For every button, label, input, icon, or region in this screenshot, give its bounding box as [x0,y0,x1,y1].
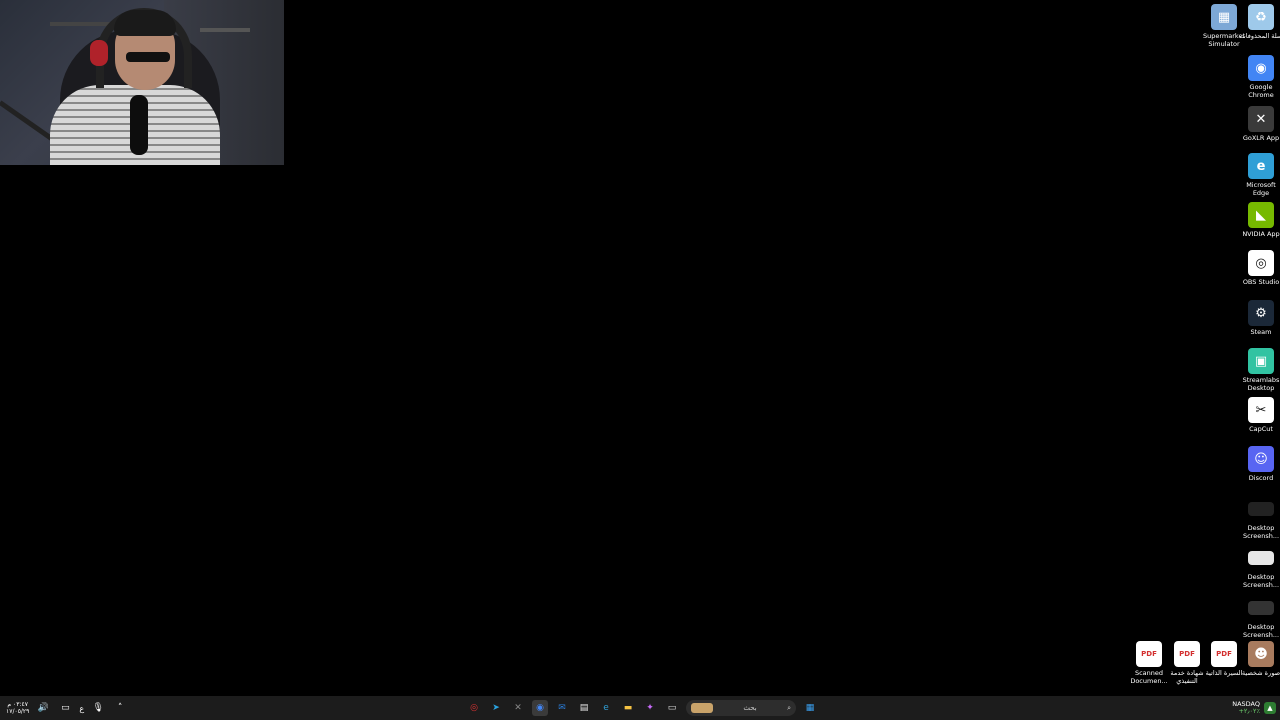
file-explorer-window-icon[interactable]: ▭ [664,700,680,716]
search-icon: ⌕ [787,703,791,712]
pdf-icon: PDF [1174,641,1200,667]
recycle-bin-icon: ♻ [1248,4,1274,30]
desktop-icon[interactable]: ⚙ Steam [1241,300,1280,337]
desktop-icon[interactable]: ✂ CapCut [1241,397,1280,434]
clock-date: ١٧/٠٥/٢٩ [6,708,30,715]
webcam-shelf [50,22,110,26]
telegram-icon[interactable]: ➤ [488,700,504,716]
discord-icon: ☺ [1248,446,1274,472]
taskbar-apps: ◎ ➤ ✕ ◉ ✉ ▤ e ▬ ✦ ▭ بحث ⌕ ▦ [466,696,818,720]
chevron-up-icon[interactable]: ˄ [112,700,128,716]
chrome-icon[interactable]: ◉ [532,700,548,716]
streamer-hair [114,10,176,36]
desktop-icon-label: Microsoft Edge [1246,181,1276,197]
desktop-icon[interactable]: ☺ Discord [1241,446,1280,483]
desktop-icon[interactable]: ◣ NVIDIA App [1241,202,1280,239]
desktop-icon-label: Scanned Documen... [1130,669,1168,685]
microphone [130,95,148,155]
desktop-icon-label: Steam [1250,328,1272,336]
desktop-icon[interactable]: Desktop Screensh... [1241,496,1280,540]
desktop-icon-label: Desktop Screensh... [1242,573,1280,589]
desktop-icon[interactable]: Desktop Screensh... [1241,545,1280,589]
sunglasses [126,52,170,62]
pdf-icon: PDF [1136,641,1162,667]
chrome-icon: ◉ [1248,55,1274,81]
webcam-overlay [0,0,284,165]
desktop-icon-label: Desktop Screensh... [1242,623,1280,639]
desktop-icon[interactable]: ◉ Google Chrome [1241,55,1280,99]
desktop-icon-label: Desktop Screensh... [1242,524,1280,540]
desktop-icon[interactable]: PDF شهادة خدمة التنفيذي [1167,641,1207,685]
language-indicator[interactable]: ع [79,704,84,713]
steam-icon: ⚙ [1248,300,1274,326]
webcam-shelf [200,28,250,32]
outlook-icon[interactable]: ✉ [554,700,570,716]
speaker-icon[interactable]: 🔊 [35,700,51,716]
search-highlight-icon [691,703,713,713]
folder-icon[interactable]: ▬ [620,700,636,716]
desktop-icon[interactable]: Desktop Screensh... [1241,595,1280,639]
desktop-icon[interactable]: ▦ Supermarket Simulator [1203,4,1245,48]
desktop-icon-label: Supermarket Simulator [1203,32,1245,48]
network-icon[interactable]: ▭ [57,700,73,716]
capcut-icon: ✂ [1248,397,1274,423]
photo-icon: ☻ [1248,641,1274,667]
desktop-icon[interactable]: PDF السيرة الذاتية [1204,641,1244,678]
desktop-icon-label: GoXLR App [1242,134,1280,142]
pdf-icon: PDF [1211,641,1237,667]
screenshot-icon [1248,502,1274,516]
clock-time: ٠٣:٤٧ م [7,701,28,708]
desktop-icon[interactable]: ◎ OBS Studio [1241,250,1280,287]
search-placeholder: بحث [743,704,757,712]
desktop-icon[interactable]: ✕ GoXLR App [1241,106,1280,143]
desktop-icon-label: NVIDIA App [1242,230,1280,238]
desktop-icon-label: Streamlabs Desktop [1242,376,1280,392]
taskbar-search-box[interactable]: بحث ⌕ [686,700,796,716]
obs-taskbar-icon[interactable]: ◎ [466,700,482,716]
streamlabs-icon: ▣ [1248,348,1274,374]
nvidia-icon: ◣ [1248,202,1274,228]
taskbar: ٠٣:٤٧ م ١٧/٠٥/٢٩ 🔊 ▭ ع 🎙 ˄ ◎ ➤ ✕ ◉ ✉ ▤ e ▬ ✦ ▭ بحث… [0,696,1280,720]
desktop-icon[interactable]: e Microsoft Edge [1241,153,1280,197]
copilot-icon[interactable]: ✦ [642,700,658,716]
stocks-widget-icon: ▲ [1264,702,1276,714]
goxlr-icon: ✕ [1248,106,1274,132]
system-tray: ٠٣:٤٧ م ١٧/٠٥/٢٩ 🔊 ▭ ع 🎙 ˄ [6,696,128,720]
widgets-area[interactable]: NASDAQ +٢٫٠٢٪ ▲ [1232,696,1276,720]
desktop-icon-label: CapCut [1249,425,1273,433]
desktop-icon[interactable]: ▣ Streamlabs Desktop [1241,348,1280,392]
obs-icon: ◎ [1248,250,1274,276]
screenshot-icon [1248,601,1274,615]
supermarket-simulator-icon: ▦ [1211,4,1237,30]
clock[interactable]: ٠٣:٤٧ م ١٧/٠٥/٢٩ [6,701,29,715]
store-icon[interactable]: ▤ [576,700,592,716]
edge-icon: e [1248,153,1274,179]
stock-change: +٢٫٠٢٪ [1238,707,1260,715]
edge-icon[interactable]: e [598,700,614,716]
screenshot-icon [1248,551,1274,565]
goxlr-icon[interactable]: ✕ [510,700,526,716]
windows-start-icon[interactable]: ▦ [802,700,818,716]
desktop-icon-label: Discord [1248,474,1274,482]
desktop-icon[interactable]: PDF Scanned Documen... [1129,641,1169,685]
headset-earcup [90,40,108,66]
desktop-icon-label: Google Chrome [1248,83,1274,99]
desktop-icon-label: OBS Studio [1242,278,1280,286]
microphone-icon[interactable]: 🎙 [90,700,106,716]
